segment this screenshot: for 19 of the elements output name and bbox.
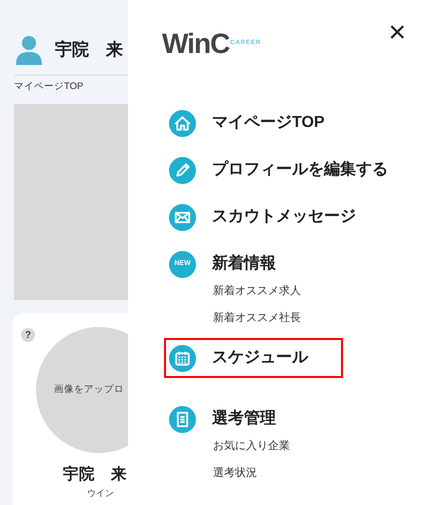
submenu-item[interactable]: 選考状況	[213, 460, 257, 487]
menu-item[interactable]: スケジュール	[164, 338, 343, 378]
breadcrumb: マイページTOP	[14, 80, 84, 94]
menu-item[interactable]: スカウトメッセージ	[164, 197, 362, 237]
close-button[interactable]: ×	[388, 20, 406, 46]
profile-kana: ウイン	[87, 486, 114, 500]
profile-name: 宇院 来	[63, 464, 127, 486]
submenu-item[interactable]: 新着オススメ求人	[213, 278, 301, 305]
help-badge[interactable]: ?	[21, 328, 35, 342]
user-name: 宇院 来	[55, 39, 123, 62]
clipboard-icon	[169, 406, 196, 432]
menu-item[interactable]: プロフィールを編集する	[164, 150, 394, 190]
home-icon	[169, 110, 196, 136]
pencil-icon	[169, 156, 196, 184]
mail-icon	[169, 204, 196, 230]
user-icon	[15, 35, 43, 65]
submenu-item[interactable]: 新着オススメ社長	[213, 305, 301, 332]
calendar-icon	[169, 344, 196, 372]
menu-item[interactable]: マイページTOP	[164, 103, 343, 143]
